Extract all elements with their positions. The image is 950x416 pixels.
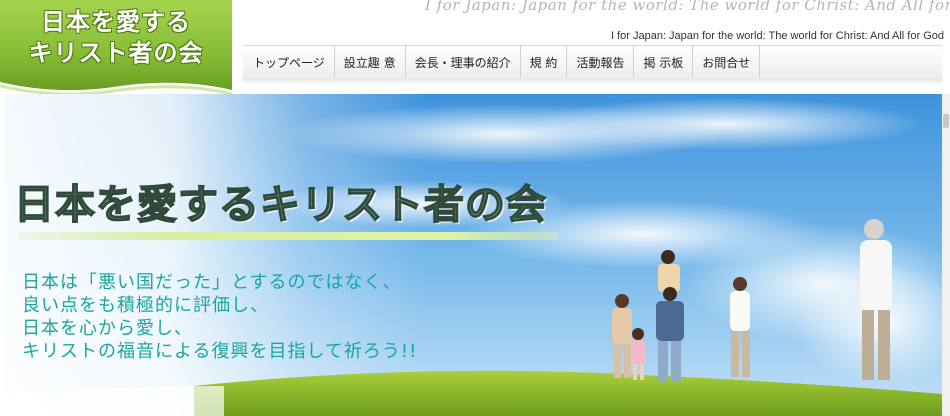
nav-item-rules[interactable]: 規 約 — [521, 46, 568, 79]
page-scrollbar[interactable] — [942, 94, 950, 416]
nav-item-bulletin-board[interactable]: 掲 示板 — [634, 46, 694, 79]
logo-line-2: キリスト者の会 — [28, 39, 204, 67]
hero-message: 日本は「悪い国だった」とするのではなく、 良い点をも積極的に評価し、 日本を心か… — [22, 271, 417, 363]
hero-message-line: キリストの福音による復興を目指して祈ろう!! — [22, 341, 418, 362]
nav-item-purpose[interactable]: 設立趣 意 — [335, 46, 406, 79]
nav-item-contact[interactable]: お問合せ — [693, 46, 761, 79]
header-tagline: I for Japan: Japan for the world: The wo… — [610, 30, 944, 42]
nav-shadow-bar — [243, 78, 942, 84]
hero-banner: 日本を愛するキリスト者の会 日本は「悪い国だった」とするのではなく、 良い点をも… — [4, 94, 942, 416]
hero-message-line: 日本を心から愛し、 — [22, 318, 193, 339]
hero-message-line: 日本は「悪い国だった」とするのではなく、 — [22, 272, 402, 293]
logo-line-1: 日本を愛する — [41, 8, 191, 36]
header-watermark: I for Japan: Japan for the world: The wo… — [425, 0, 950, 14]
nav-item-officers[interactable]: 会長・理事の紹介 — [406, 46, 521, 79]
scrollbar-thumb[interactable] — [943, 114, 949, 128]
main-nav: トップページ 設立趣 意 会長・理事の紹介 規 約 活動報告 掲 示板 お問合せ — [243, 45, 942, 80]
nav-list: トップページ 設立趣 意 会長・理事の紹介 規 約 活動報告 掲 示板 お問合せ — [243, 46, 942, 79]
nav-item-activity-report[interactable]: 活動報告 — [567, 46, 635, 79]
hero-title-underline — [18, 232, 558, 240]
site-logo[interactable]: 日本を愛する キリスト者の会 — [0, 0, 232, 102]
hero-title: 日本を愛するキリスト者の会 — [13, 180, 547, 229]
hero-message-line: 良い点をも積極的に評価し、 — [22, 295, 269, 316]
hero-background-image — [4, 94, 942, 416]
nav-item-top[interactable]: トップページ — [243, 46, 335, 79]
